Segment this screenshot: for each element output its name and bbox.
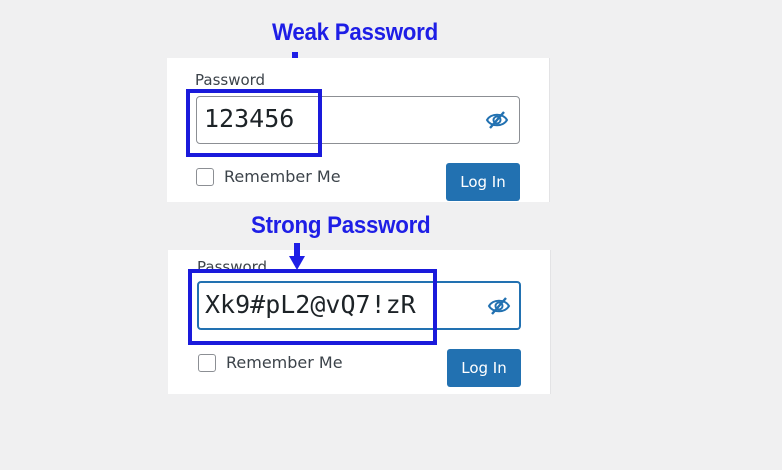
weak-login-button[interactable]: Log In <box>446 163 520 201</box>
weak-remember-label: Remember Me <box>224 167 341 186</box>
eye-slash-icon[interactable] <box>485 110 509 130</box>
strong-arrow-icon <box>289 243 305 271</box>
weak-remember-checkbox[interactable] <box>196 168 214 186</box>
strong-login-button[interactable]: Log In <box>447 349 521 387</box>
weak-password-caption: Weak Password <box>272 19 438 46</box>
strong-remember-label: Remember Me <box>226 353 343 372</box>
eye-slash-icon[interactable] <box>487 296 511 316</box>
strong-password-caption: Strong Password <box>251 212 431 239</box>
strong-highlight-box <box>188 269 437 345</box>
weak-highlight-box <box>186 89 322 157</box>
strong-remember-checkbox[interactable] <box>198 354 216 372</box>
weak-password-label: Password <box>195 71 266 89</box>
